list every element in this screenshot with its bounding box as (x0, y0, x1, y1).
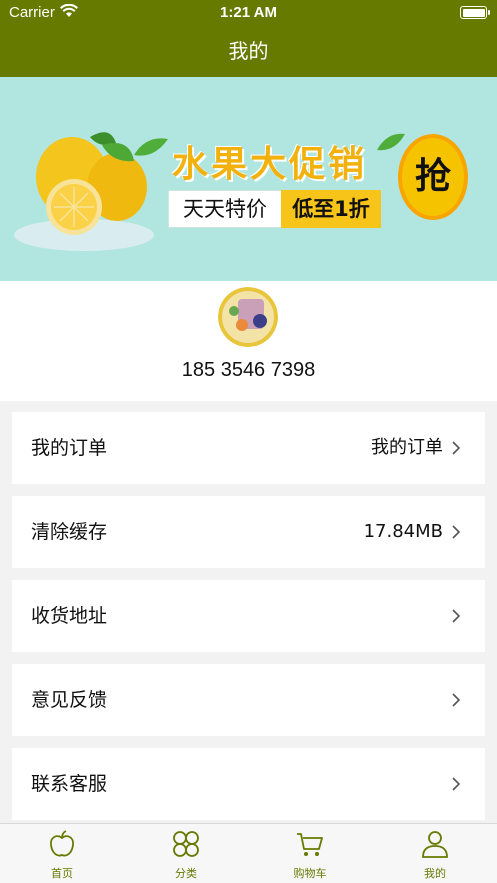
tab-label: 我的 (424, 867, 446, 880)
phone-number: 185 3546 7398 (181, 359, 316, 381)
menu-clear-cache[interactable]: 清除缓存 17.84MB (12, 496, 485, 568)
banner-discount: 低至1折 (281, 190, 381, 228)
chevron-right-icon (452, 777, 461, 791)
avatar[interactable] (218, 287, 278, 347)
user-icon (422, 831, 448, 858)
tab-bar: 首页 分类 购物车 我的 (0, 823, 497, 883)
menu-label: 联系客服 (31, 773, 108, 795)
page-title: 我的 (0, 26, 497, 77)
category-icon (173, 831, 199, 857)
tab-label: 首页 (51, 867, 73, 880)
lemon-icon (14, 132, 154, 251)
battery-icon (460, 6, 490, 19)
clock: 1:21 AM (220, 4, 277, 21)
status-bar: Carrier 1:21 AM (0, 0, 497, 26)
tab-home[interactable]: 首页 (0, 824, 124, 883)
cache-size: 17.84MB (363, 521, 443, 542)
menu-label: 意见反馈 (31, 689, 108, 711)
menu-value: 我的订单 (371, 437, 443, 458)
chevron-right-icon (452, 693, 461, 707)
menu-label: 收货地址 (31, 605, 108, 627)
cart-icon (297, 833, 323, 856)
menu-my-orders[interactable]: 我的订单 我的订单 (12, 412, 485, 484)
tab-mine[interactable]: 我的 (373, 824, 497, 883)
banner-subtitle-left: 天天特价 (168, 190, 282, 228)
chevron-right-icon (452, 609, 461, 623)
tab-label: 分类 (175, 867, 197, 880)
menu-label: 清除缓存 (31, 521, 108, 543)
chevron-right-icon (452, 441, 461, 455)
tab-label: 购物车 (293, 867, 327, 880)
tab-cart[interactable]: 购物车 (248, 824, 372, 883)
menu-customer-service[interactable]: 联系客服 (12, 748, 485, 820)
menu-label: 我的订单 (31, 437, 108, 459)
tab-category[interactable]: 分类 (124, 824, 248, 883)
leaf-icon (377, 133, 405, 151)
chevron-right-icon (452, 525, 461, 539)
grab-badge[interactable]: 抢 (398, 134, 468, 220)
menu-feedback[interactable]: 意见反馈 (12, 664, 485, 736)
apple-icon (50, 830, 74, 857)
promo-banner[interactable]: 水果大促销 天天特价 低至1折 抢 (0, 77, 497, 281)
leaf-icon (134, 138, 168, 156)
menu-shipping-address[interactable]: 收货地址 (12, 580, 485, 652)
profile-section: 185 3546 7398 (0, 281, 497, 401)
banner-headline: 水果大促销 (172, 144, 368, 185)
